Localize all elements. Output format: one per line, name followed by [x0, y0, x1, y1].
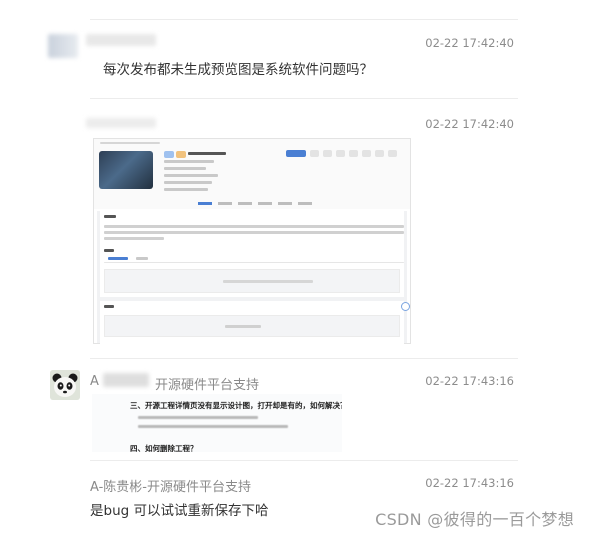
message-timestamp: 02-22 17:42:40	[425, 117, 514, 131]
sender-name-prefix: A	[90, 374, 99, 389]
message-divider	[90, 358, 518, 359]
blurred-username	[86, 34, 156, 46]
sender-name-suffix: 开源硬件平台支持	[155, 378, 260, 393]
attachment-heading: 三、开源工程详情页没有显示设计图，打开却是有的，如何解决？	[130, 401, 342, 410]
screenshot-attachment[interactable]	[93, 138, 411, 347]
blurred-username	[103, 373, 149, 387]
scroll-indicator-icon	[401, 302, 410, 311]
message-timestamp: 02-22 17:43:16	[425, 374, 514, 388]
attachment-heading-cut: 四、如何删除工程？	[130, 444, 198, 452]
attachment-body	[97, 211, 407, 347]
blurred-username	[86, 118, 156, 128]
panda-avatar-icon[interactable]	[50, 370, 80, 400]
watermark: CSDN @彼得的一百个梦想	[375, 510, 574, 529]
sender-name: A-陈贵彬-开源硬件平台支持	[90, 480, 251, 495]
message-text: 每次发布都未生成预览图是系统软件问题吗？	[103, 62, 373, 78]
message-timestamp: 02-22 17:43:16	[425, 476, 514, 490]
pcb-thumbnail	[99, 151, 153, 189]
message-divider	[90, 98, 518, 99]
message-timestamp: 02-22 17:42:40	[425, 36, 514, 50]
message-text: 是bug 可以试试重新保存下哈	[90, 503, 269, 519]
message-divider	[90, 460, 518, 461]
screenshot-attachment[interactable]: 三、开源工程详情页没有显示设计图，打开却是有的，如何解决？ 四、如何删除工程？	[92, 394, 342, 452]
attachment-header	[94, 139, 410, 209]
message-divider	[90, 19, 518, 20]
blurred-avatar	[48, 34, 78, 58]
